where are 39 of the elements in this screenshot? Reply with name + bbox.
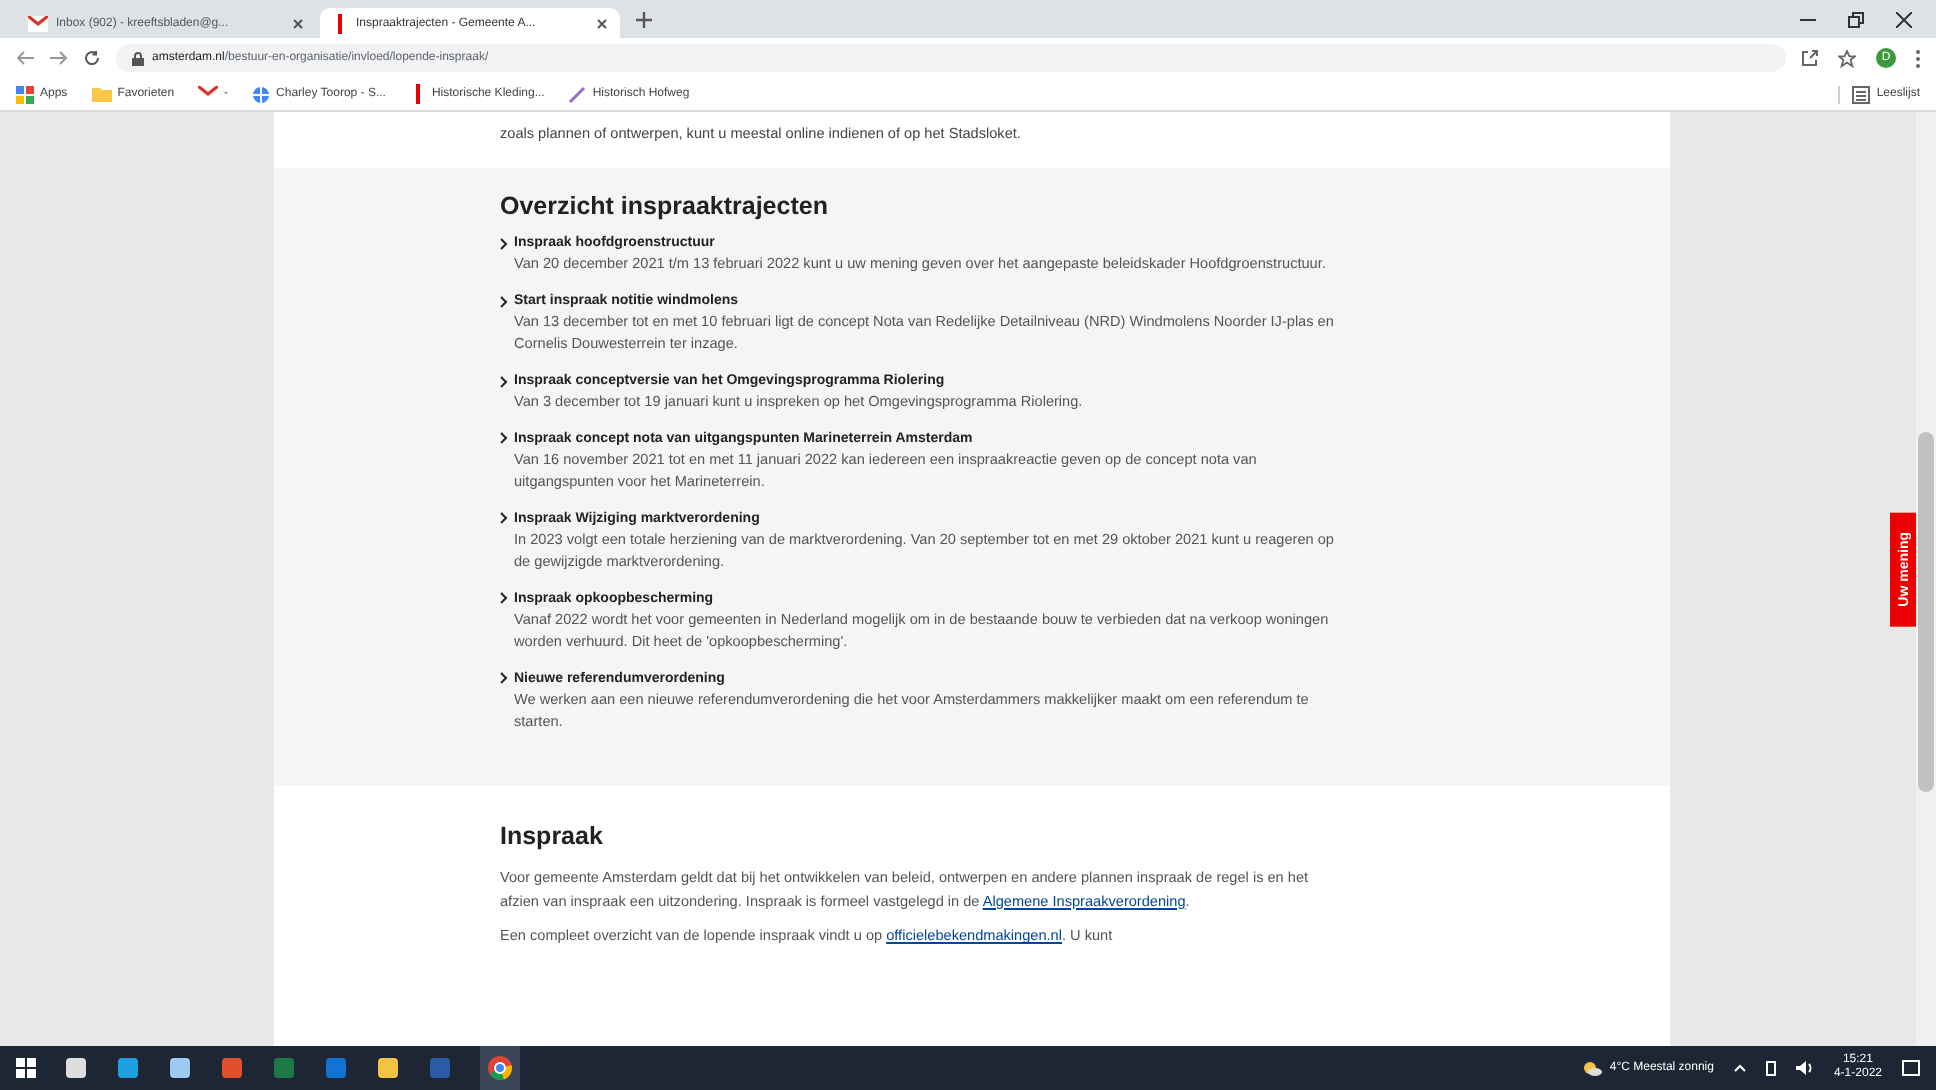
chevron-right-icon <box>500 295 508 308</box>
reload-icon[interactable] <box>84 50 100 66</box>
close-icon[interactable] <box>1896 11 1912 27</box>
taskbar-app-icon[interactable] <box>64 1056 88 1080</box>
section-heading: Overzicht inspraaktrajecten <box>500 192 830 221</box>
taskbar-app-icon[interactable] <box>376 1056 400 1080</box>
forward-arrow-icon[interactable] <box>50 50 68 66</box>
lock-icon <box>132 51 144 65</box>
close-icon[interactable] <box>596 17 608 29</box>
mail-icon <box>28 15 48 31</box>
windows-start-icon[interactable] <box>16 1058 36 1078</box>
battery-icon[interactable] <box>1765 1060 1776 1076</box>
section-heading: Inspraak <box>500 822 605 851</box>
chevron-right-icon <box>500 512 508 525</box>
speaker-icon[interactable] <box>1795 1060 1814 1076</box>
chevron-right-icon <box>500 592 508 605</box>
taskbar-app-icon[interactable] <box>168 1056 192 1080</box>
restore-icon[interactable] <box>1848 11 1864 27</box>
mail-icon <box>198 86 219 102</box>
site-icon <box>332 13 348 33</box>
chevron-right-icon <box>500 672 508 685</box>
reading-list-icon <box>1852 85 1871 103</box>
back-arrow-icon[interactable] <box>16 50 34 66</box>
scrollbar[interactable] <box>1916 112 1936 1046</box>
caret-up-icon[interactable] <box>1733 1064 1746 1072</box>
share-icon[interactable] <box>1802 50 1818 66</box>
close-icon[interactable] <box>292 17 304 29</box>
notification-icon[interactable] <box>1902 1059 1920 1077</box>
globe-icon <box>252 85 271 103</box>
chevron-right-icon <box>500 237 508 250</box>
sun-cloud-icon <box>1581 1060 1602 1076</box>
browser-app-icon[interactable] <box>488 1056 512 1080</box>
folder-icon <box>91 86 112 102</box>
star-icon[interactable] <box>1838 49 1856 67</box>
apps-grid-icon <box>16 85 34 103</box>
chevron-right-icon <box>500 432 508 445</box>
new-tab-icon[interactable] <box>636 11 652 27</box>
chevron-right-icon <box>500 375 508 388</box>
taskbar-app-icon[interactable] <box>116 1056 140 1080</box>
